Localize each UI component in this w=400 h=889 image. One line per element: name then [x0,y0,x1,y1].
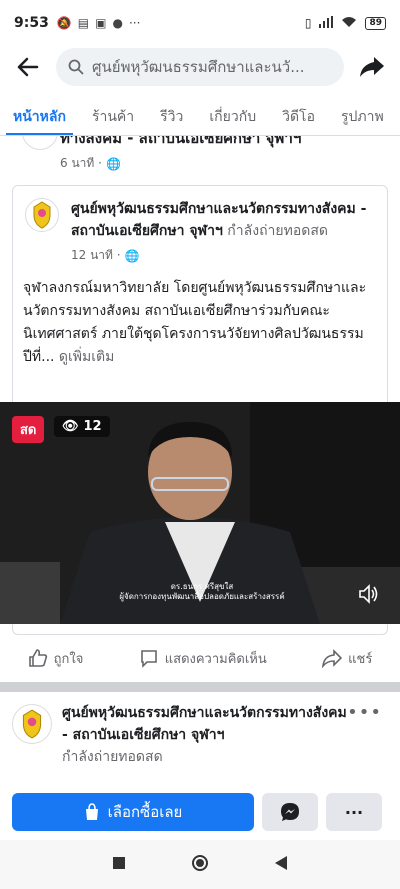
search-input[interactable]: ศูนย์พหุวัฒนธรรมศึกษาและนวั... [56,48,344,86]
post-header: ศูนย์พหุวัฒนธรรมศึกษาและนวัตกรรมทางสังคม… [13,186,387,242]
page-tabs: หน้าหลัก ร้านค้า รีวิว เกี่ยวกับ วิดีโอ … [0,98,400,136]
post-meta: 12 นาที · 🌐 [59,246,387,265]
news-icon: ▤ [77,16,90,30]
search-icon [68,59,84,75]
university-emblem-icon [22,709,42,739]
comment-icon [140,650,157,668]
tab-photos[interactable]: รูปภาพ [328,98,397,135]
post-meta: 6 นาที · 🌐 [12,154,388,173]
post-header-text: ศูนย์พหุวัฒนธรรมศึกษาและนวัตกรรมทางสังคม… [71,198,375,242]
line-icon: ● [112,16,123,30]
shop-now-label: เลือกซื้อเลย [107,803,183,821]
share-page-button[interactable] [344,56,400,78]
page-name-link[interactable]: ศูนย์พหุวัฒนธรรมศึกษาและนวัตกรรมทางสังคม… [62,702,352,746]
post-time: 6 นาที · [60,156,102,170]
tab-shop[interactable]: ร้านค้า [79,98,147,135]
post-header-text: ศูนย์พหุวัฒนธรรมศึกษาและนวัตกรรมทางสังคม… [62,702,352,768]
shop-now-button[interactable]: เลือกซื้อเลย [12,793,254,831]
share-arrow-icon [360,57,384,77]
search-row: ศูนย์พหุวัฒนธรรมศึกษาและนวั... [0,46,400,88]
back-nav-button[interactable] [274,855,288,875]
share-label: แชร์ [348,651,373,667]
messenger-icon [281,803,299,821]
viewer-count: 👁 12 [54,416,110,437]
more-notifications: ··· [128,16,141,30]
clock: 9:53 [14,15,49,31]
live-badge: สด [12,416,45,443]
app-icon: ▣ [95,16,107,30]
tab-home[interactable]: หน้าหลัก [0,98,79,135]
viewer-count-value: 12 [83,419,102,434]
caption-role: ผู้จัดการกองทุนพัฒนาสื่อปลอดภัยและสร้างส… [119,592,285,601]
eye-icon: 👁 [62,419,79,434]
home-button[interactable] [191,854,209,876]
tab-reviews[interactable]: รีวิว [147,98,196,135]
previous-post: ทางสังคม - สถาบันเอเซียศึกษา จุฬาฯ 6 นาท… [12,136,388,176]
post-title[interactable]: ทางสังคม - สถาบันเอเซียศึกษา จุฬาฯ [12,136,388,150]
post-time[interactable]: 12 นาที · [71,246,121,265]
post-options-button[interactable]: ••• [347,702,382,723]
triangle-back-icon [274,855,287,870]
globe-icon: 🌐 [124,248,140,263]
globe-icon: 🌐 [105,156,121,171]
search-value: ศูนย์พหุวัฒนธรรมศึกษาและนวั... [92,58,305,76]
back-button[interactable] [0,57,56,77]
share-icon [322,649,343,668]
thumbs-up-icon [28,649,47,667]
caption-name: ดร.ธนกร ศรีสุขใส [170,582,234,591]
like-label: ถูกใจ [53,651,84,667]
mute-icon: 🔕 [56,16,72,30]
next-post: ศูนย์พหุวัฒนธรรมศึกษาและนวัตกรรมทางสังคม… [12,700,388,788]
volume-button[interactable] [358,584,380,608]
vibrate-icon: ▯ [304,16,312,30]
comment-button[interactable]: แสดงความคิดเห็น [139,648,267,669]
system-nav-bar [0,840,400,889]
video-caption: ดร.ธนกร ศรีสุขใส ผู้จัดการกองทุนพัฒนาสื่… [112,582,292,602]
shop-action-bar: เลือกซื้อเลย ··· [0,786,400,838]
avatar[interactable] [12,704,52,744]
see-more-link[interactable]: ดูเพิ่มเติม [59,349,114,365]
messenger-button[interactable] [262,793,318,831]
share-button[interactable]: แชร์ [322,648,372,669]
like-button[interactable]: ถูกใจ [28,648,84,669]
system-icons: ▯ 89 [304,15,386,31]
notification-icons: 🔕 ▤ ▣ ● ··· [57,16,141,30]
wifi-icon [341,16,357,31]
speaker-icon [359,584,378,604]
post-body: จุฬาลงกรณ์มหาวิทยาลัย โดยศูนย์พหุวัฒนธรร… [13,265,387,369]
tab-about[interactable]: เกี่ยวกับ [196,98,269,135]
more-options-button[interactable]: ··· [326,793,382,831]
signal-icon [319,15,334,31]
live-status-text: กำลังถ่ายทอดสด [62,749,163,765]
recents-button[interactable] [112,855,126,874]
avatar[interactable] [25,198,59,232]
comment-label: แสดงความคิดเห็น [164,651,267,667]
tab-videos[interactable]: วิดีโอ [269,98,328,135]
shopping-bag-icon [85,803,98,820]
post-actions: ถูกใจ แสดงความคิดเห็น แชร์ [0,640,400,676]
status-bar: 9:53 🔕 ▤ ▣ ● ··· ▯ 89 [0,0,400,46]
feed-divider [0,682,400,692]
live-status-text: กำลังถ่ายทอดสด [222,223,328,239]
battery-icon: 89 [365,16,386,30]
arrow-left-icon [17,57,39,77]
square-icon [113,857,126,869]
circle-icon [191,854,208,871]
university-emblem-icon [33,201,51,229]
